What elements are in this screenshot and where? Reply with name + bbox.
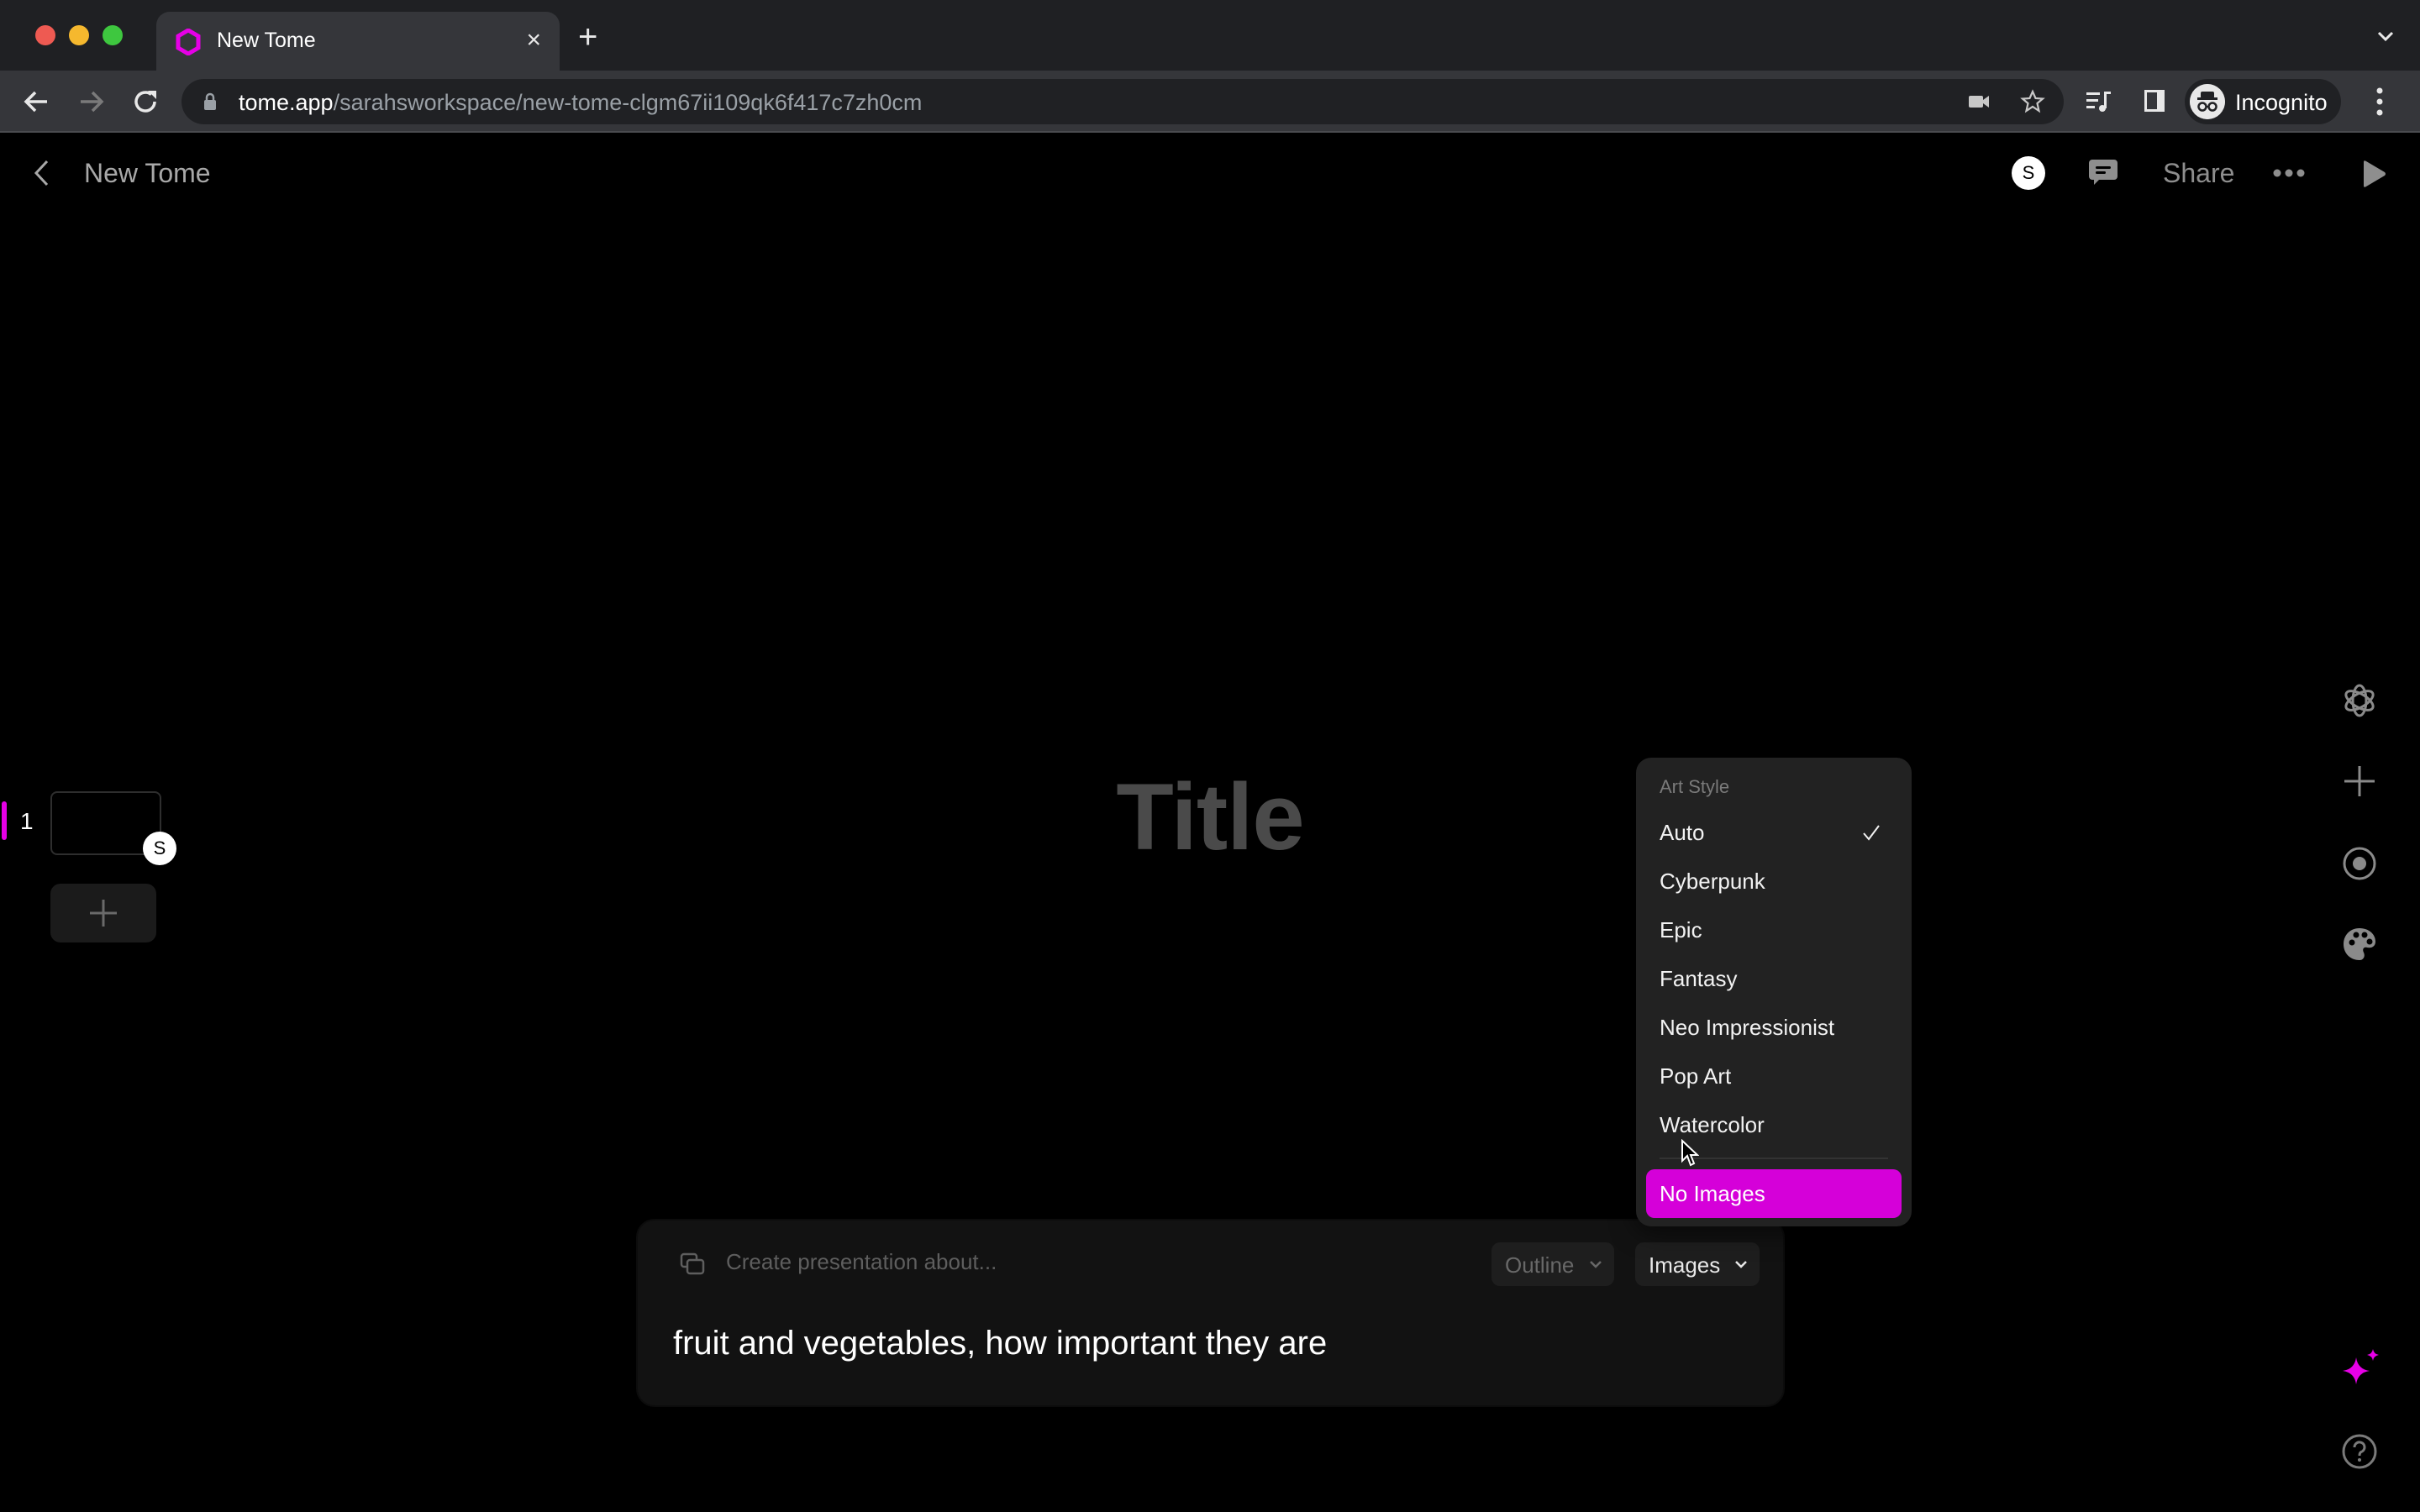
camera-icon[interactable] (1966, 89, 1991, 114)
ai-prompt-panel: Create presentation about... Outline Ima… (638, 1221, 1783, 1405)
new-tab-button[interactable]: + (578, 20, 597, 54)
presentation-icon (680, 1252, 705, 1275)
media-control-icon[interactable] (2084, 86, 2114, 116)
ai-sparkle-icon[interactable] (2339, 1347, 2383, 1391)
play-icon[interactable] (2361, 160, 2386, 188)
tab-title: New Tome (217, 29, 316, 52)
back-icon[interactable] (20, 86, 52, 118)
forward-icon[interactable] (76, 86, 108, 118)
close-window-button[interactable] (35, 25, 55, 45)
url-text[interactable]: tome.app/sarahsworkspace/new-tome-clgm67… (239, 90, 922, 116)
menu-item-watercolor[interactable]: Watercolor (1660, 1112, 1765, 1138)
record-icon[interactable] (2341, 845, 2378, 882)
reload-icon[interactable] (129, 86, 161, 118)
checkmark-icon (1863, 825, 1880, 841)
slide-title-placeholder[interactable]: Title (0, 763, 2420, 871)
lock-icon (204, 92, 216, 110)
tome-favicon-icon (176, 29, 201, 55)
theme-palette-icon[interactable] (2341, 926, 2378, 963)
art-style-menu: Art Style Auto Cyberpunk Epic Fantasy Ne… (1636, 758, 1912, 1226)
back-chevron-icon[interactable] (32, 158, 52, 188)
browser-menu-icon[interactable] (2371, 84, 2388, 119)
incognito-profile-button[interactable]: Incognito (2185, 79, 2341, 124)
document-title[interactable]: New Tome (84, 158, 211, 189)
side-panel-icon[interactable] (2139, 86, 2170, 116)
menu-item-no-images[interactable]: No Images (1646, 1169, 1902, 1218)
browser-toolbar: tome.app/sarahsworkspace/new-tome-clgm67… (0, 71, 2420, 133)
menu-item-epic[interactable]: Epic (1660, 917, 1702, 943)
comment-icon[interactable] (2087, 156, 2119, 188)
maximize-window-button[interactable] (103, 25, 123, 45)
browser-tab[interactable]: New Tome × (156, 12, 560, 71)
add-icon[interactable] (2341, 763, 2378, 800)
user-avatar[interactable]: S (2012, 156, 2045, 190)
mouse-cursor-icon (1681, 1139, 1699, 1167)
browser-tab-strip: New Tome × + (0, 0, 2420, 71)
images-dropdown[interactable]: Images (1635, 1242, 1760, 1286)
bookmark-star-icon[interactable] (2020, 89, 2045, 114)
menu-item-fantasy[interactable]: Fantasy (1660, 966, 1738, 992)
menu-item-cyberpunk[interactable]: Cyberpunk (1660, 869, 1765, 895)
profile-label: Incognito (2235, 90, 2328, 115)
prompt-label: Create presentation about... (726, 1249, 997, 1274)
ai-openai-icon[interactable] (2341, 682, 2378, 719)
help-icon[interactable] (2341, 1433, 2378, 1470)
chevron-down-icon[interactable] (2376, 27, 2395, 45)
close-tab-icon[interactable]: × (526, 25, 541, 55)
address-bar[interactable]: tome.app/sarahsworkspace/new-tome-clgm67… (182, 79, 2064, 124)
incognito-icon (2190, 84, 2225, 119)
share-button[interactable]: Share (2163, 158, 2234, 189)
menu-item-auto[interactable]: Auto (1660, 820, 1705, 846)
prompt-input[interactable] (673, 1325, 1681, 1362)
more-options-icon[interactable] (2272, 165, 2306, 181)
chevron-down-icon (1735, 1261, 1747, 1268)
plus-icon (90, 900, 117, 927)
menu-header: Art Style (1660, 776, 1730, 797)
add-slide-button[interactable] (50, 884, 156, 942)
menu-item-pop-art[interactable]: Pop Art (1660, 1063, 1731, 1089)
menu-item-neo-impressionist[interactable]: Neo Impressionist (1660, 1015, 1834, 1041)
minimize-window-button[interactable] (69, 25, 89, 45)
outline-dropdown[interactable]: Outline (1491, 1242, 1614, 1286)
chevron-down-icon (1590, 1261, 1602, 1268)
